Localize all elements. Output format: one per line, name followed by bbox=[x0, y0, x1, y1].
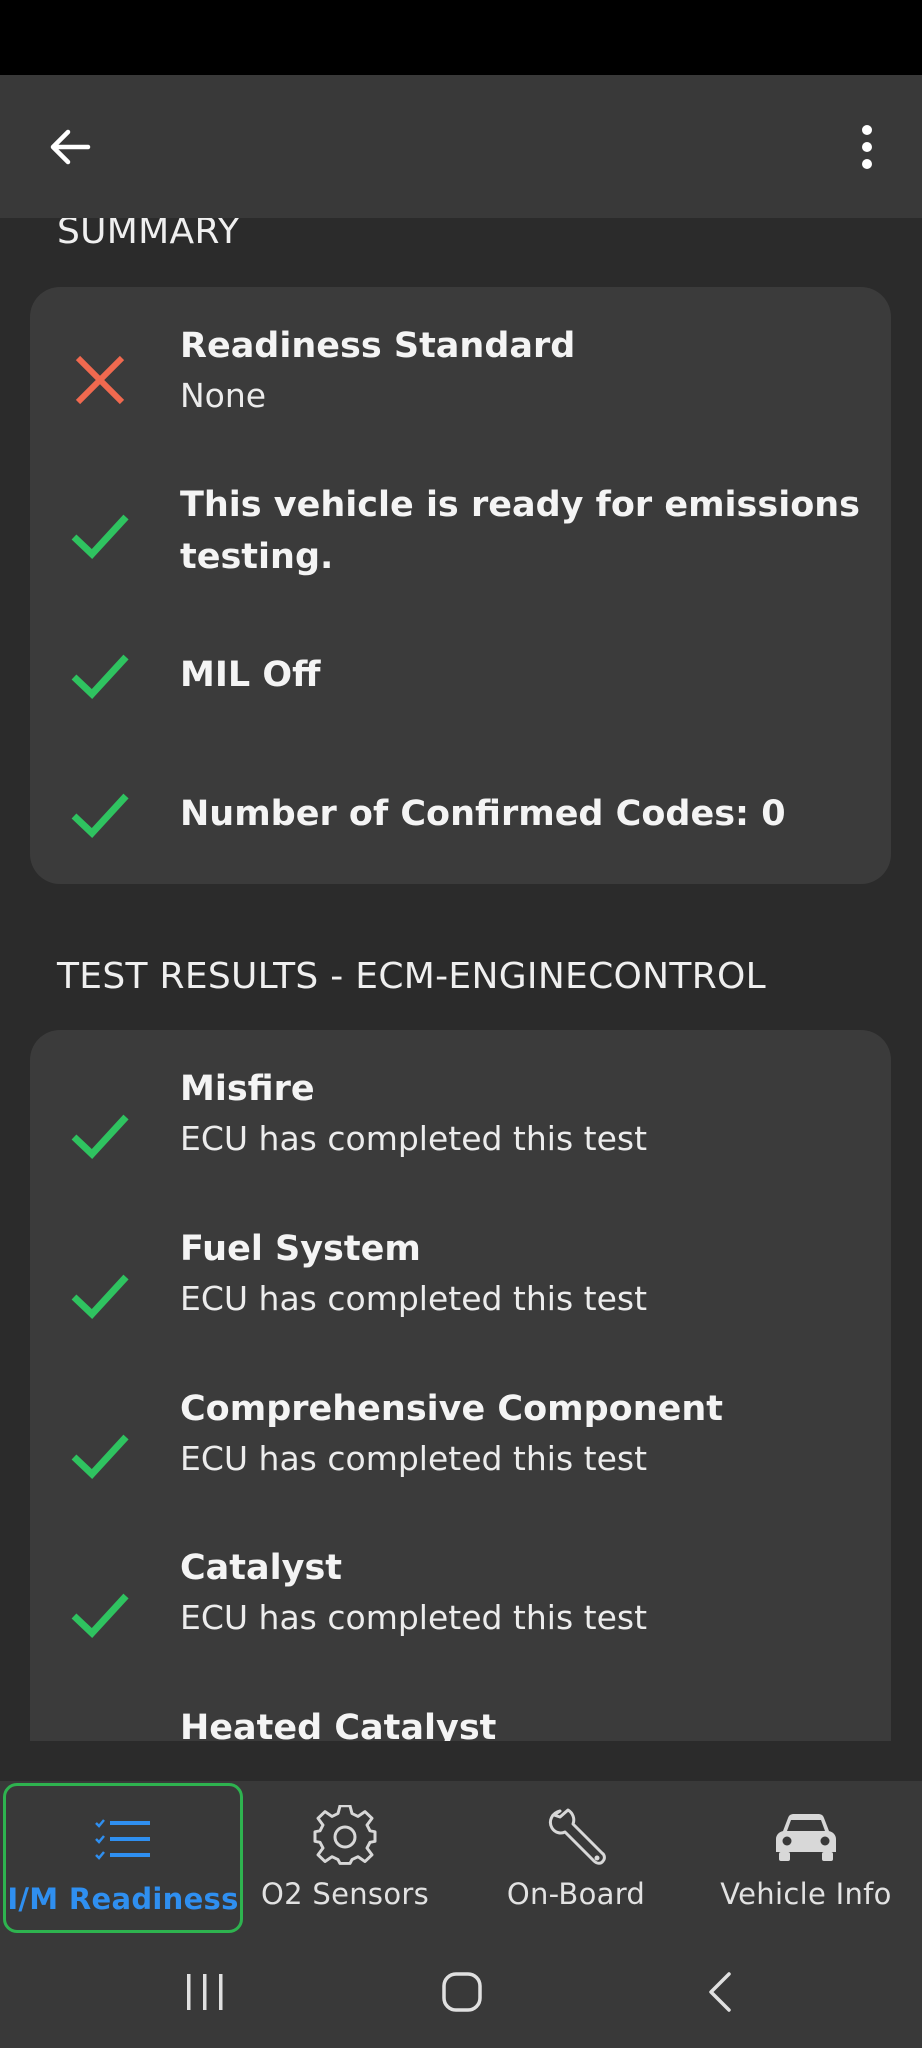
test-item-comprehensive-component: Comprehensive Component ECU has complete… bbox=[30, 1383, 891, 1493]
test-item-subtitle: ECU has completed this test bbox=[180, 1119, 648, 1158]
summary-card: Readiness Standard None This vehicle is … bbox=[30, 287, 891, 884]
summary-item-title: MIL Off bbox=[180, 655, 321, 695]
test-item-title: Fuel System bbox=[180, 1229, 421, 1269]
test-item-subtitle: ECU has completed this test bbox=[180, 1598, 648, 1637]
home-button[interactable] bbox=[422, 1960, 502, 2024]
test-item-title: Comprehensive Component bbox=[180, 1389, 723, 1429]
test-item-subtitle: ECU has completed this test bbox=[180, 1439, 648, 1478]
test-item-catalyst: Catalyst ECU has completed this test bbox=[30, 1542, 891, 1652]
nav-tab-im-readiness[interactable]: I/M Readiness bbox=[3, 1783, 243, 1933]
home-icon bbox=[442, 1972, 482, 2012]
gear-icon bbox=[313, 1805, 377, 1865]
summary-item-title: This vehicle is ready for emissions test… bbox=[180, 485, 861, 577]
check-icon bbox=[71, 1434, 129, 1479]
test-item-title: Catalyst bbox=[180, 1548, 343, 1588]
test-item-heated-catalyst: Heated Catalyst bbox=[30, 1702, 891, 1741]
recent-apps-icon bbox=[187, 1974, 223, 2010]
x-icon bbox=[75, 355, 125, 405]
summary-item-emissions-ready: This vehicle is ready for emissions test… bbox=[30, 479, 891, 589]
arrow-left-icon bbox=[50, 129, 91, 165]
nav-label: On-Board bbox=[506, 1877, 646, 1911]
summary-item-mil: MIL Off bbox=[30, 645, 891, 705]
summary-item-title: Readiness Standard bbox=[180, 326, 576, 366]
status-bar bbox=[0, 0, 922, 75]
test-results-card: Misfire ECU has completed this test Fuel… bbox=[30, 1030, 891, 1741]
nav-label: Vehicle Info bbox=[720, 1877, 892, 1911]
more-options-button[interactable] bbox=[832, 107, 902, 187]
nav-tab-on-board[interactable]: On-Board bbox=[456, 1781, 696, 1936]
test-item-fuel-system: Fuel System ECU has completed this test bbox=[30, 1223, 891, 1333]
summary-item-confirmed-codes: Number of Confirmed Codes: 0 bbox=[30, 784, 891, 844]
checklist-icon bbox=[95, 1819, 150, 1860]
test-item-title: Misfire bbox=[180, 1069, 315, 1109]
test-item-title: Heated Catalyst bbox=[180, 1708, 497, 1741]
bottom-navigation: I/M Readiness O2 Sensors On-Board Vehicl… bbox=[0, 1781, 922, 1936]
back-button[interactable] bbox=[30, 107, 110, 187]
system-navigation-bar bbox=[0, 1936, 922, 2048]
wrench-icon bbox=[548, 1808, 606, 1865]
nav-label: I/M Readiness bbox=[7, 1882, 239, 1916]
summary-item-readiness-standard: Readiness Standard None bbox=[30, 320, 891, 430]
check-icon bbox=[71, 1274, 129, 1319]
recent-apps-button[interactable] bbox=[165, 1960, 245, 2024]
check-icon bbox=[71, 1593, 129, 1638]
chevron-left-icon bbox=[709, 1972, 731, 2012]
test-results-section-title: TEST RESULTS - ECM-ENGINECONTROL bbox=[57, 956, 766, 997]
app-bar bbox=[0, 75, 922, 218]
nav-tab-vehicle-info[interactable]: Vehicle Info bbox=[686, 1781, 922, 1936]
check-icon bbox=[71, 793, 129, 838]
summary-item-title: Number of Confirmed Codes: 0 bbox=[180, 794, 786, 834]
test-item-misfire: Misfire ECU has completed this test bbox=[30, 1063, 891, 1173]
nav-tab-o2-sensors[interactable]: O2 Sensors bbox=[225, 1781, 465, 1936]
check-icon bbox=[71, 654, 129, 699]
nav-label: O2 Sensors bbox=[260, 1877, 429, 1911]
check-icon bbox=[71, 514, 129, 559]
summary-item-subtitle: None bbox=[180, 376, 267, 415]
system-back-button[interactable] bbox=[681, 1960, 761, 2024]
test-item-subtitle: ECU has completed this test bbox=[180, 1279, 648, 1318]
content-scroll[interactable]: SUMMARY Readiness Standard None This veh… bbox=[0, 218, 922, 1741]
car-icon bbox=[776, 1814, 836, 1861]
check-icon bbox=[71, 1114, 129, 1159]
summary-section-title: SUMMARY bbox=[57, 218, 240, 252]
more-vertical-icon bbox=[862, 125, 872, 169]
